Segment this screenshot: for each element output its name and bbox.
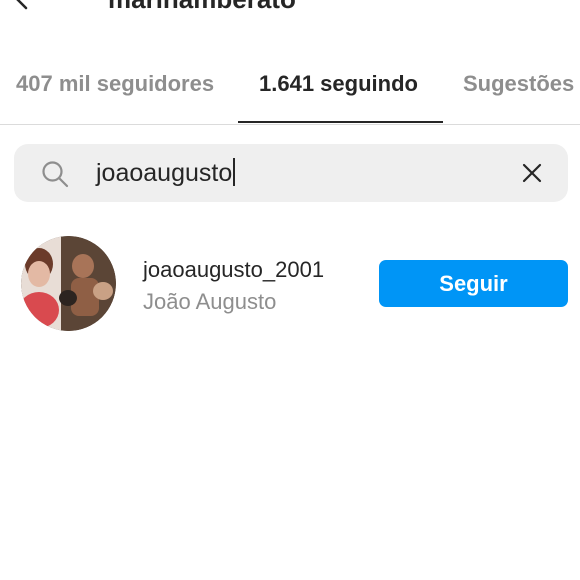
search-input[interactable]: joaoaugusto	[96, 157, 236, 189]
list-item[interactable]: joaoaugusto_2001 João Augusto Seguir	[0, 230, 580, 340]
tab-suggestions[interactable]: Sugestões	[463, 71, 574, 97]
close-icon[interactable]	[519, 160, 545, 186]
text-cursor	[233, 158, 236, 186]
result-username[interactable]: joaoaugusto_2001	[143, 257, 324, 283]
search-icon	[42, 161, 69, 188]
profile-username: marinamberato	[108, 0, 296, 12]
active-tab-indicator	[238, 121, 443, 123]
result-full-name: João Augusto	[143, 289, 277, 314]
search-input-value: joaoaugusto	[96, 159, 233, 187]
tab-followers[interactable]: 407 mil seguidores	[16, 71, 214, 97]
follow-button[interactable]: Seguir	[379, 260, 568, 307]
tab-bar: 407 mil seguidores 1.641 seguindo Sugest…	[0, 55, 580, 125]
search-bar[interactable]: joaoaugusto	[14, 144, 568, 202]
avatar[interactable]	[21, 236, 116, 331]
header: marinamberato	[0, 0, 580, 40]
tab-following[interactable]: 1.641 seguindo	[259, 71, 418, 97]
back-arrow-icon[interactable]	[10, 0, 34, 10]
